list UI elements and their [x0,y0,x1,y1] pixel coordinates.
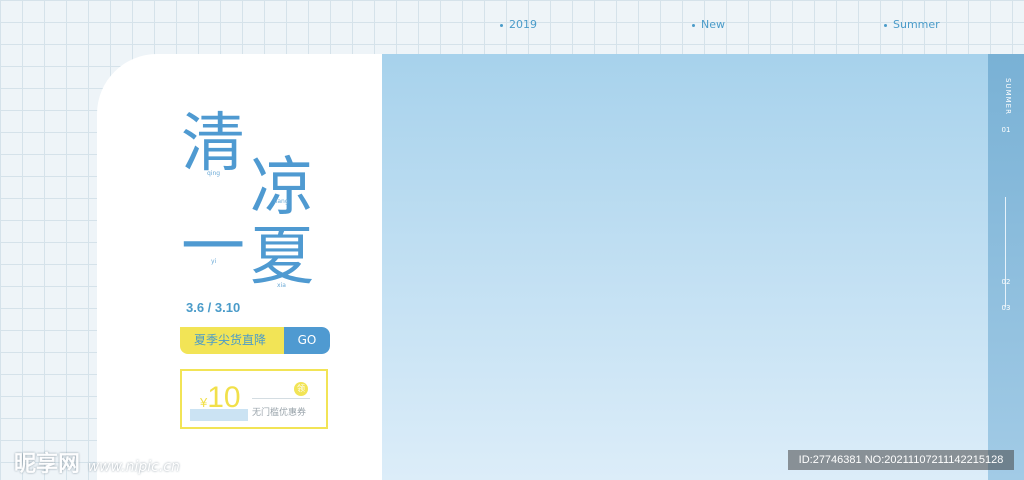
page-indicator-02[interactable]: 02 [988,278,1024,286]
coupon-card[interactable]: ¥10 领 无门槛优惠券 [180,369,328,429]
claim-badge[interactable]: 领 [294,382,308,396]
watermark-url: www.nipic.cn [87,459,180,475]
pinyin-1: qing [207,170,221,177]
go-button[interactable]: GO [284,327,330,354]
date-range: 3.6 / 3.10 [186,300,241,315]
progress-line [1005,197,1006,307]
bullet-icon [884,23,887,27]
pinyin-4: xia [277,282,286,289]
promo-button[interactable]: 夏季尖货直降 GO [180,327,330,354]
bullet-icon [692,23,695,27]
pinyin-3: yi [211,258,217,265]
watermark-brand: 昵享网 [14,452,81,477]
coupon-description: 无门槛优惠券 [252,408,307,418]
nav-item-2019[interactable]: 2019 [500,18,537,31]
nav-item-new[interactable]: New [692,18,725,31]
promo-label: 夏季尖货直降 [180,327,284,354]
side-word: SUMMER [1004,78,1012,115]
hero-banner [382,54,988,480]
nav-label: 2019 [509,18,537,31]
coupon-amount: ¥10 [200,381,241,415]
nav-item-summer[interactable]: Summer [884,18,940,31]
side-pager: SUMMER 01 02 03 [988,54,1024,480]
page-indicator-01[interactable]: 01 [988,126,1024,134]
coupon-divider [252,398,310,399]
title-char-3: 一 [181,211,245,285]
coupon-value: 10 [207,381,241,414]
nav-label: New [701,18,725,31]
bullet-icon [500,23,503,27]
watermark-logo: 昵享网 www.nipic.cn [14,446,180,478]
pinyin-2: liang [274,198,289,205]
image-id-bar: ID:27746381 NO:20211107211142215128 [788,450,1014,470]
page-indicator-03[interactable]: 03 [988,304,1024,312]
nav-label: Summer [893,18,940,31]
